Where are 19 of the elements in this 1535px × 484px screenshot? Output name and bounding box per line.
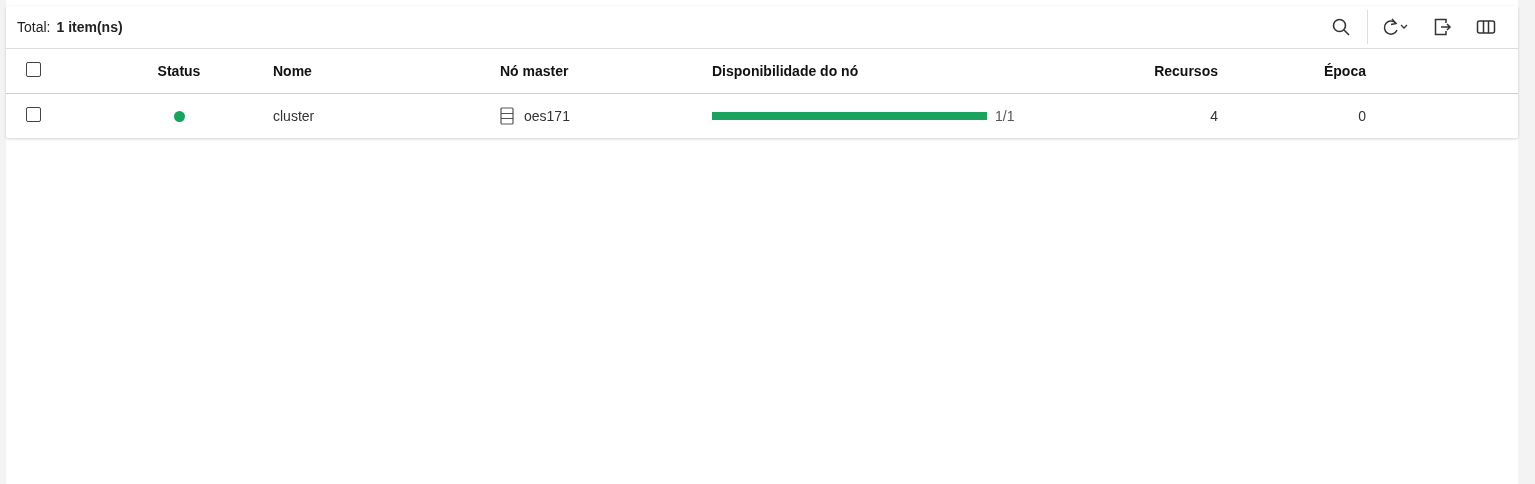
column-header: Recursos: [1154, 63, 1218, 79]
column-header: Status: [157, 63, 201, 79]
columns-icon: [1476, 17, 1496, 37]
column-header: Nome: [273, 63, 312, 79]
column-header: Disponibilidade do nó: [712, 63, 859, 79]
select-all-checkbox[interactable]: [26, 61, 41, 77]
table-cell: cluster: [273, 108, 315, 124]
table-cell: oes171: [524, 108, 570, 124]
row-checkbox[interactable]: [26, 106, 41, 122]
total-label: Total:: [17, 19, 51, 35]
column-header: Nó master: [500, 63, 569, 79]
server-icon: [500, 107, 514, 125]
total-count: 1 item(ns): [56, 19, 123, 35]
export-icon: [1432, 17, 1452, 37]
column-header: Época: [1324, 63, 1366, 79]
search-icon: [1331, 17, 1351, 37]
availability-reading: 1/1: [995, 108, 1015, 124]
table-cell: 4: [1210, 108, 1218, 124]
table-cell: 0: [1358, 108, 1366, 124]
